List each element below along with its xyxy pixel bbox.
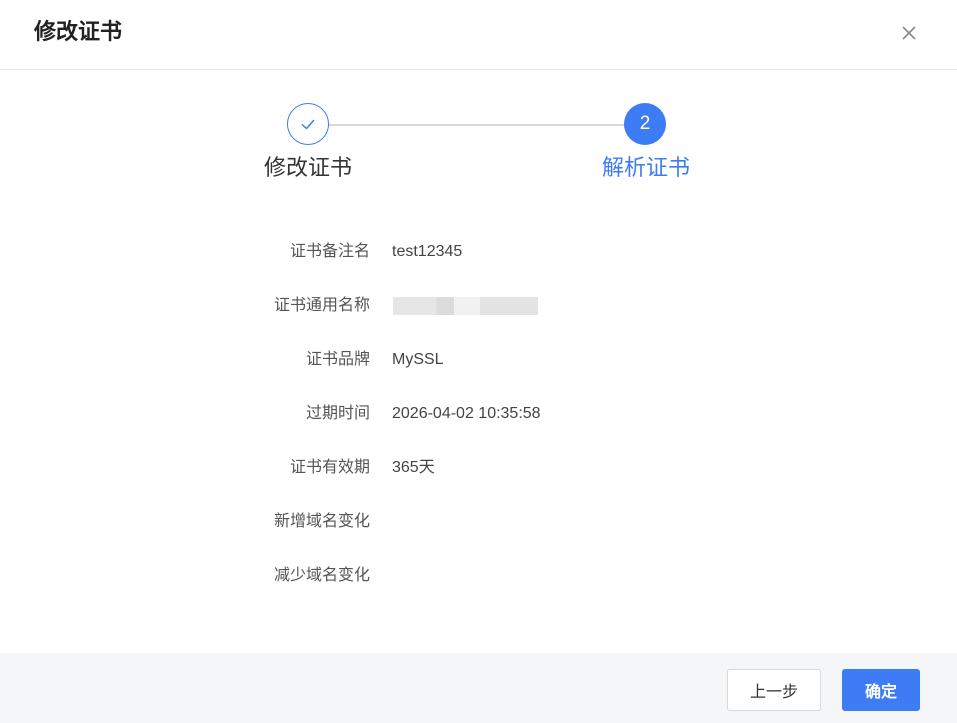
step-1-circle: [287, 103, 329, 145]
masked-value: [393, 297, 538, 315]
detail-row-common-name: 证书通用名称: [0, 291, 957, 321]
detail-row-removed-domains: 减少域名变化: [0, 561, 957, 591]
detail-row-validity: 证书有效期 365天: [0, 453, 957, 483]
step-2-label: 解析证书: [602, 155, 691, 180]
detail-label: 证书有效期: [289, 459, 370, 476]
detail-label: 证书品牌: [305, 351, 370, 368]
prev-step-button[interactable]: 上一步: [727, 669, 821, 711]
dialog-title: 修改证书: [34, 19, 123, 44]
detail-label: 证书通用名称: [273, 297, 370, 314]
step-2-number: 2: [639, 113, 651, 134]
detail-value: test12345: [392, 243, 463, 260]
detail-label: 减少域名变化: [273, 567, 370, 584]
confirm-button[interactable]: 确定: [842, 669, 920, 711]
detail-row-added-domains: 新增域名变化: [0, 507, 957, 537]
close-icon[interactable]: [896, 20, 922, 46]
detail-row-expiry: 过期时间 2026-04-02 10:35:58: [0, 399, 957, 429]
detail-label: 证书备注名: [289, 243, 370, 260]
step-1-label: 修改证书: [264, 155, 353, 180]
step-2-circle: 2: [624, 103, 666, 145]
detail-label: 新增域名变化: [273, 513, 370, 530]
check-icon: [301, 119, 315, 130]
dialog-footer: 上一步 确定: [0, 653, 957, 723]
detail-row-remark: 证书备注名 test12345: [0, 237, 957, 267]
detail-value: MySSL: [392, 351, 444, 368]
detail-value: 2026-04-02 10:35:58: [392, 405, 541, 422]
detail-row-brand: 证书品牌 MySSL: [0, 345, 957, 375]
dialog-header: 修改证书: [0, 0, 957, 70]
detail-label: 过期时间: [305, 405, 370, 422]
step-connector: [329, 124, 624, 126]
detail-value: 365天: [392, 459, 435, 476]
